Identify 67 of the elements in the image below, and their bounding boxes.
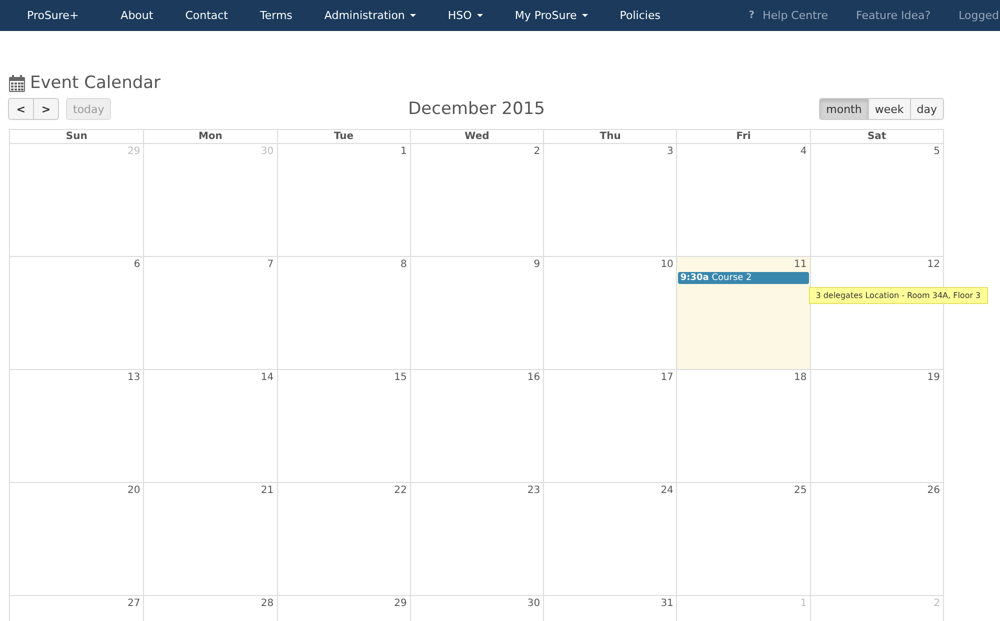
- day-number: 27: [126, 597, 142, 609]
- day-number: 4: [799, 145, 808, 157]
- day-number: 19: [926, 371, 941, 383]
- nav-link[interactable]: Administration: [310, 9, 430, 22]
- day-number: 12: [926, 258, 941, 270]
- caret-icon: [410, 14, 416, 17]
- day-number: 24: [660, 484, 674, 496]
- nav-link[interactable]: My ProSure: [500, 9, 602, 22]
- day-number: 17: [660, 371, 674, 383]
- day-number: 11: [792, 258, 808, 270]
- nav-link[interactable]: ? Help Centre: [734, 9, 842, 22]
- weekday-header: Wed: [410, 130, 544, 143]
- day-number: 5: [932, 145, 941, 157]
- day-number: 10: [660, 258, 674, 270]
- weekday-header: Thu: [543, 130, 676, 143]
- view-tab[interactable]: day: [910, 98, 944, 120]
- day-number: 13: [126, 371, 142, 383]
- prev-button[interactable]: <: [8, 98, 34, 120]
- month-title: December 2015: [408, 99, 545, 119]
- day-number: 18: [792, 371, 808, 383]
- day-number: 23: [526, 484, 542, 496]
- day-number: 29: [393, 597, 408, 609]
- day-number: 20: [126, 484, 142, 496]
- nav-link[interactable]: Contact: [171, 9, 242, 22]
- nav-link[interactable]: ProSure+: [13, 9, 103, 22]
- weekday-header: Fri: [676, 130, 810, 143]
- view-tab[interactable]: week: [868, 98, 911, 120]
- nav-link[interactable]: HSO: [434, 9, 497, 22]
- day-number: 2: [532, 145, 542, 157]
- day-number: 15: [393, 371, 408, 383]
- nav-link[interactable]: Policies: [606, 9, 674, 22]
- day-number: 21: [260, 484, 275, 496]
- day-number: 6: [132, 258, 142, 270]
- view-tab[interactable]: month: [819, 98, 869, 120]
- next-button[interactable]: >: [33, 98, 59, 120]
- day-number: 2: [932, 597, 941, 609]
- day-number: 16: [526, 371, 542, 383]
- day-number: 14: [260, 371, 275, 383]
- day-number: 29: [126, 145, 142, 157]
- weekday-header: Mon: [143, 130, 277, 143]
- day-number: 1: [399, 145, 408, 157]
- nav-link[interactable]: Logged: [944, 9, 1000, 22]
- calendar-event[interactable]: 9:30a Course 2: [678, 272, 809, 284]
- caret-icon: [582, 14, 588, 17]
- event-tooltip: 3 delegates Location - Room 34A, Floor 3: [808, 287, 988, 304]
- nav-link[interactable]: Feature Idea?: [842, 9, 945, 22]
- day-number: 3: [666, 145, 674, 157]
- help-icon: ?: [748, 10, 755, 21]
- calendar-icon: [9, 74, 25, 92]
- weekday-header: Sun: [64, 130, 88, 143]
- day-number: 9: [532, 258, 542, 270]
- title-text: Event Calendar: [30, 73, 161, 93]
- weekday-header: Tue: [276, 130, 410, 143]
- day-number: 7: [266, 258, 275, 270]
- day-number: 25: [792, 484, 808, 496]
- day-number: 31: [660, 597, 674, 609]
- day-number: 22: [393, 484, 408, 496]
- nav-link[interactable]: About: [106, 9, 168, 22]
- day-number: 30: [260, 145, 275, 157]
- weekday-header: Sat: [810, 130, 943, 143]
- day-number: 30: [526, 597, 542, 609]
- day-number: 26: [926, 484, 941, 496]
- day-number: 1: [799, 597, 808, 609]
- day-number: 28: [260, 597, 275, 609]
- day-number: 8: [399, 258, 408, 270]
- nav-link[interactable]: Terms: [246, 9, 306, 22]
- caret-icon: [476, 14, 483, 17]
